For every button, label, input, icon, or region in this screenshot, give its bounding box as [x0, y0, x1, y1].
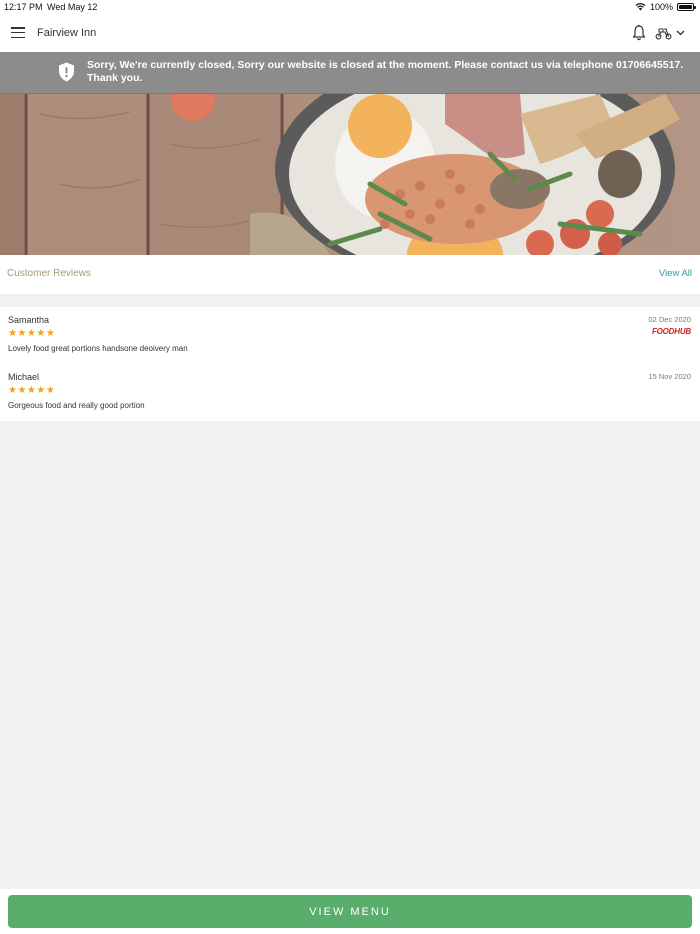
delivery-mode-button[interactable]	[655, 25, 691, 41]
reviews-title: Customer Reviews	[7, 268, 91, 279]
footer-bar: VIEW MENU	[0, 889, 700, 934]
review-text: Lovely food great portions handsone deoi…	[8, 344, 188, 353]
review-date: 15 Nov 2020	[648, 372, 691, 381]
star-rating: ★★★★★	[8, 385, 56, 396]
view-menu-button[interactable]: VIEW MENU	[8, 895, 692, 928]
review-author: Michael	[8, 372, 40, 382]
bell-icon[interactable]	[631, 24, 647, 41]
review-item: Michael 15 Nov 2020 ★★★★★ Gorgeous food …	[0, 364, 700, 414]
status-right: 100%	[635, 2, 696, 12]
view-all-link[interactable]: View All	[659, 268, 692, 279]
delivery-scooter-icon	[655, 27, 672, 39]
closed-banner: Sorry, We're currently closed, Sorry our…	[0, 52, 700, 94]
wifi-icon	[635, 3, 646, 11]
review-date: 02 Dec 2020	[648, 315, 691, 324]
status-time: 12:17 PM	[4, 2, 43, 12]
closed-message: Sorry, We're currently closed, Sorry our…	[87, 59, 684, 84]
star-rating: ★★★★★	[8, 328, 56, 339]
battery-icon	[677, 3, 696, 11]
shield-alert-icon	[59, 62, 74, 82]
app-header: Fairview Inn	[0, 14, 700, 52]
foodhub-logo: FOODHUB	[651, 327, 691, 336]
status-bar: 12:17 PM Wed May 12 100%	[0, 0, 700, 14]
battery-percent: 100%	[649, 2, 673, 12]
review-author: Samantha	[8, 315, 50, 325]
reviews-header: Customer Reviews View All	[0, 255, 700, 294]
hero-image	[0, 94, 700, 255]
reviews-list: Samantha 02 Dec 2020 ★★★★★ FOODHUB Lovel…	[0, 307, 700, 421]
page-title: Fairview Inn	[37, 27, 97, 39]
review-text: Gorgeous food and really good portion	[8, 401, 145, 410]
chevron-down-icon	[676, 30, 685, 36]
review-item: Samantha 02 Dec 2020 ★★★★★ FOODHUB Lovel…	[0, 307, 700, 357]
menu-icon[interactable]	[11, 27, 25, 38]
status-date: Wed May 12	[47, 2, 98, 12]
